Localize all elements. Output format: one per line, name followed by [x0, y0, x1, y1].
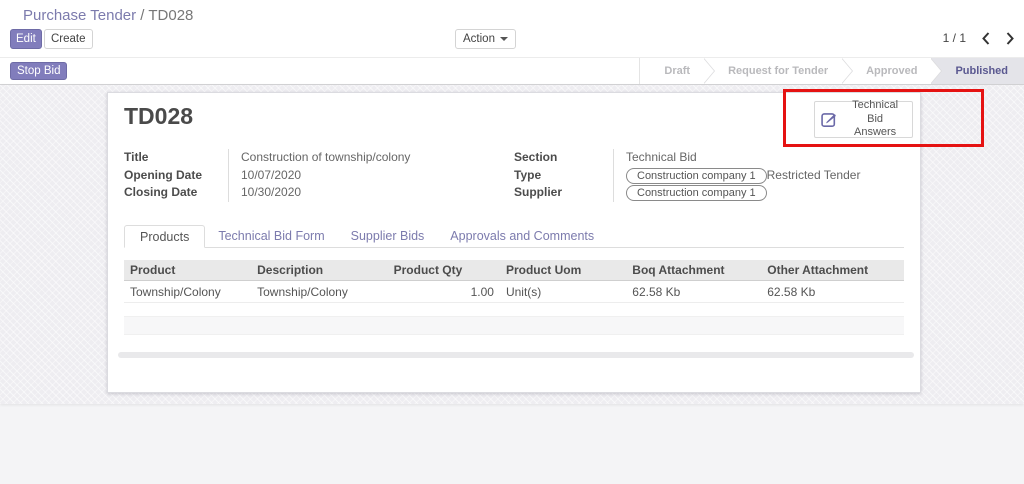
cell-other-attachment: 62.58 Kb: [761, 280, 904, 303]
statusbar: Stop Bid Draft Request for Tender Approv…: [0, 57, 1024, 85]
field-supplier: Supplier Construction company 1: [514, 184, 904, 202]
status-steps: Draft Request for Tender Approved Publis…: [639, 58, 1024, 84]
breadcrumb-current: TD028: [148, 7, 194, 24]
breadcrumb-parent-link[interactable]: Purchase Tender: [23, 7, 136, 24]
field-label: Title: [124, 149, 229, 167]
purchase-tender-form-view: Purchase Tender / TD028 Edit Create Acti…: [0, 0, 1024, 484]
chevron-right-icon: [1006, 31, 1014, 45]
cell-product-qty: 1.00: [387, 280, 500, 303]
table-header-row: Product Description Product Qty Product …: [124, 259, 904, 281]
column-header-other-attachment[interactable]: Other Attachment: [761, 259, 904, 281]
breadcrumb-separator: /: [136, 7, 149, 24]
record-title: TD028: [124, 103, 194, 129]
form-view-background: TD028 Technical Bid Answers Title Constr…: [0, 85, 1024, 404]
column-header-boq-attachment[interactable]: Boq Attachment: [626, 259, 762, 281]
field-value: 10/07/2020: [241, 167, 302, 182]
form-sheet: TD028 Technical Bid Answers Title Constr…: [107, 92, 921, 393]
smart-button-label: Technical Bid Answers: [852, 98, 899, 139]
field-group-right: Section Technical Bid Type Construction …: [514, 149, 904, 202]
field-section: Section Technical Bid: [514, 149, 904, 167]
chevron-left-icon: [982, 31, 990, 45]
tab-approvals-and-comments[interactable]: Approvals and Comments: [437, 225, 607, 247]
pager-value: 1 / 1: [942, 31, 966, 45]
tab-technical-bid-form[interactable]: Technical Bid Form: [205, 225, 337, 247]
edit-button[interactable]: Edit: [10, 29, 42, 49]
field-value: Technical Bid: [626, 150, 697, 164]
products-table: Product Description Product Qty Product …: [124, 259, 904, 303]
pager-next-button[interactable]: [1006, 31, 1014, 45]
content-area: TD028 Technical Bid Answers Title Constr…: [0, 85, 1024, 484]
cell-product-uom: Unit(s): [499, 280, 627, 303]
status-step-approved[interactable]: Approved: [842, 58, 943, 84]
cell-product: Township/Colony: [124, 280, 252, 303]
stop-bid-button[interactable]: Stop Bid: [10, 62, 68, 80]
action-dropdown-button[interactable]: Action: [455, 29, 516, 49]
field-title: Title Construction of township/colony: [124, 149, 506, 167]
caret-down-icon: [499, 37, 508, 41]
tab-supplier-bids[interactable]: Supplier Bids: [338, 225, 438, 247]
status-step-request-for-tender[interactable]: Request for Tender: [704, 58, 854, 84]
empty-row: [124, 335, 904, 352]
status-step-published[interactable]: Published: [931, 58, 1024, 84]
column-header-product-qty[interactable]: Product Qty: [387, 259, 500, 281]
control-panel: Purchase Tender / TD028 Edit Create Acti…: [0, 0, 1024, 57]
table-row[interactable]: Township/Colony Township/Colony 1.00 Uni…: [124, 280, 904, 303]
technical-bid-answers-button[interactable]: Technical Bid Answers: [814, 98, 913, 139]
supplier-tag-pill: Construction company 1: [626, 185, 767, 201]
supplier-tag: Construction company 1: [626, 167, 767, 184]
pager-previous-button[interactable]: [982, 31, 990, 45]
field-label: Type: [514, 166, 614, 184]
field-label: Supplier: [514, 184, 614, 202]
field-value: Construction company 1: [614, 184, 767, 202]
empty-row: [124, 303, 904, 317]
column-header-description[interactable]: Description: [251, 259, 388, 281]
field-opening-date: Opening Date 10/07/2020: [124, 166, 506, 184]
status-step-draft[interactable]: Draft: [640, 58, 715, 84]
field-value: 10/30/2020: [241, 185, 302, 199]
field-value: Construction of township/colony: [241, 150, 411, 164]
field-closing-date: Closing Date 10/30/2020: [124, 184, 506, 202]
field-label: Closing Date: [124, 184, 229, 202]
tab-products[interactable]: Products: [124, 224, 206, 248]
column-header-product[interactable]: Product: [124, 259, 252, 281]
pager: 1 / 1: [943, 31, 1014, 45]
notebook-tabs: Products Technical Bid Form Supplier Bid…: [124, 224, 904, 248]
field-label: Opening Date: [124, 166, 229, 184]
action-label: Action: [463, 33, 495, 45]
breadcrumb: Purchase Tender / TD028: [23, 7, 193, 24]
horizontal-scrollbar[interactable]: [118, 351, 914, 358]
field-label: Section: [514, 149, 614, 167]
empty-row: [124, 316, 904, 335]
cell-boq-attachment: 62.58 Kb: [626, 280, 762, 303]
column-header-product-uom[interactable]: Product Uom: [499, 259, 627, 281]
field-type: Type Construction company 1 Restricted Te…: [514, 166, 904, 185]
pencil-square-icon: [821, 112, 836, 127]
cell-description: Township/Colony: [251, 280, 388, 303]
field-groups: Title Construction of township/colony Op…: [124, 149, 904, 202]
create-button[interactable]: Create: [44, 29, 93, 49]
field-value: Construction company 1 Restricted Tender: [614, 167, 860, 185]
field-group-left: Title Construction of township/colony Op…: [124, 149, 506, 202]
